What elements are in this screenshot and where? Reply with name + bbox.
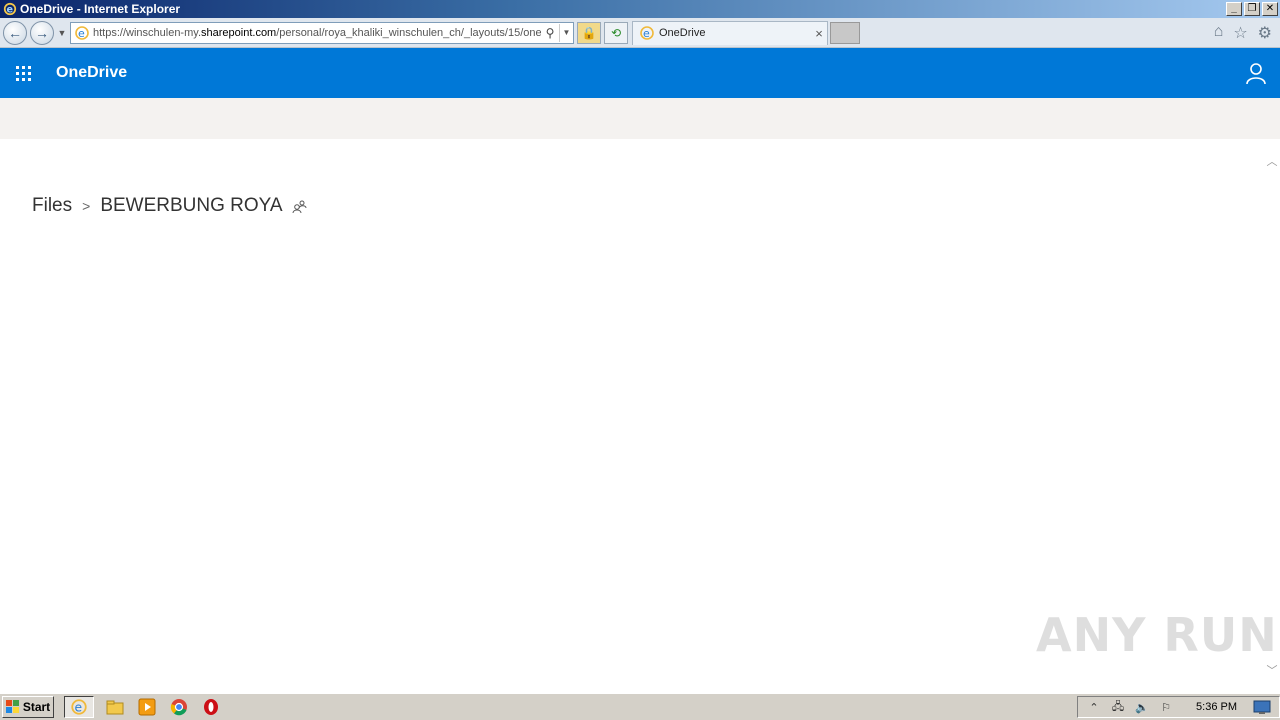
person-icon[interactable] (1244, 61, 1268, 85)
gear-icon[interactable]: ⚙ (1258, 23, 1272, 43)
windows-logo-icon (5, 700, 19, 713)
taskbar-explorer-button[interactable] (104, 696, 126, 718)
search-icon[interactable]: ⚲ (541, 26, 559, 40)
clock[interactable]: 5:36 PM (1196, 701, 1237, 713)
refresh-button[interactable]: ⟲ (604, 21, 628, 44)
start-button[interactable]: Start (2, 696, 54, 718)
chrome-icon (170, 699, 187, 716)
taskbar-ie-button[interactable]: e (64, 696, 94, 718)
window-title: OneDrive - Internet Explorer (20, 2, 181, 16)
svg-text:e: e (643, 27, 650, 40)
url-text[interactable]: https://winschulen-my.sharepoint.com/per… (93, 27, 541, 39)
taskbar-media-player-button[interactable] (136, 696, 158, 718)
ie-page-icon: e (75, 25, 89, 40)
tab-label: OneDrive (659, 27, 706, 39)
shared-people-icon (292, 200, 307, 214)
anyrun-watermark: ANY RUN (1036, 608, 1278, 662)
svg-text:e: e (75, 701, 83, 715)
system-tray: ⌃ 🖧 🔈 ⚐ 5:36 PM (1077, 696, 1280, 718)
chevron-right-icon: > (82, 198, 91, 214)
taskbar-opera-button[interactable] (200, 696, 222, 718)
browser-navbar: ← → ▼ e https://winschulen-my.sharepoint… (0, 18, 1280, 48)
quick-launch: e (64, 696, 222, 718)
app-launcher-button[interactable] (0, 48, 46, 98)
taskbar: Start e ⌃ 🖧 🔈 ⚐ 5:36 PM (0, 693, 1280, 720)
url-domain: sharepoint.com (201, 26, 277, 39)
show-hidden-icons-icon[interactable]: ⌃ (1086, 699, 1102, 715)
star-icon[interactable]: ☆ (1233, 23, 1247, 43)
history-dropdown[interactable]: ▼ (56, 28, 68, 38)
forward-button[interactable]: → (30, 20, 54, 45)
network-icon[interactable]: 🖧 (1110, 699, 1126, 715)
scroll-up-icon[interactable]: ︿ (1264, 153, 1280, 169)
start-label: Start (22, 700, 51, 714)
home-icon[interactable]: ⌂ (1214, 23, 1224, 43)
url-suffix: /personal/roya_khaliki_winschulen_ch/_la… (276, 26, 541, 39)
media-player-icon (138, 698, 156, 716)
command-bar (0, 98, 1280, 139)
breadcrumb: Files > BEWERBUNG ROYA (32, 195, 307, 217)
browser-toolbar-right: ⌂ ☆ ⚙ (1214, 23, 1272, 43)
waffle-icon (15, 65, 31, 81)
volume-icon[interactable]: 🔈 (1134, 699, 1150, 715)
window-controls: _ ❐ ✕ (1226, 2, 1278, 16)
lock-icon[interactable]: 🔒 (577, 21, 601, 44)
back-button[interactable]: ← (3, 20, 27, 45)
scroll-down-icon[interactable]: ﹀ (1264, 662, 1280, 678)
taskbar-chrome-button[interactable] (168, 696, 190, 718)
svg-text:e: e (78, 27, 85, 40)
address-bar[interactable]: e https://winschulen-my.sharepoint.com/p… (70, 21, 574, 44)
minimize-button[interactable]: _ (1226, 2, 1242, 16)
svg-text:e: e (7, 5, 14, 16)
window-title-bar: e OneDrive - Internet Explorer _ ❐ ✕ (0, 0, 1280, 18)
close-window-button[interactable]: ✕ (1262, 2, 1278, 16)
breadcrumb-files[interactable]: Files (32, 195, 72, 217)
forward-arrow-icon: → (35, 24, 49, 41)
new-tab-button[interactable] (830, 21, 860, 44)
brand-title[interactable]: OneDrive (56, 64, 127, 82)
folder-icon (106, 700, 124, 715)
onedrive-suite-bar: OneDrive (0, 48, 1280, 98)
breadcrumb-current-folder: BEWERBUNG ROYA (100, 195, 283, 216)
ie-tab-icon: e (640, 26, 654, 40)
show-desktop-icon[interactable] (1253, 699, 1271, 715)
restore-button[interactable]: ❐ (1244, 2, 1260, 16)
url-prefix: https://winschulen-my. (93, 26, 202, 39)
tab-onedrive[interactable]: e OneDrive × (632, 20, 828, 45)
action-center-flag-icon[interactable]: ⚐ (1158, 699, 1174, 715)
close-tab-icon[interactable]: × (811, 26, 827, 41)
back-arrow-icon: ← (8, 24, 22, 41)
address-dropdown-icon[interactable]: ▼ (559, 23, 573, 42)
opera-icon (204, 699, 218, 715)
ie-logo-icon: e (3, 2, 17, 16)
ie-icon: e (71, 699, 87, 715)
